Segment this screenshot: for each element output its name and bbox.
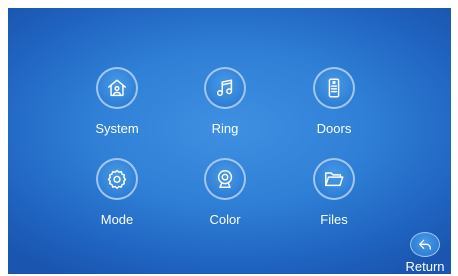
webcam-icon — [204, 158, 246, 200]
home-icon — [96, 67, 138, 109]
color-button[interactable]: Color — [175, 158, 275, 238]
ring-label: Ring — [211, 121, 239, 136]
files-label: Files — [320, 212, 348, 227]
color-label: Color — [209, 212, 241, 227]
main-menu-screen: System Ring Doors Mode Color Files Retur… — [8, 8, 451, 274]
doors-button[interactable]: Doors — [284, 67, 384, 147]
system-button[interactable]: System — [67, 67, 167, 147]
gear-icon — [96, 158, 138, 200]
folder-icon — [313, 158, 355, 200]
system-label: System — [95, 121, 139, 136]
music-note-icon — [204, 67, 246, 109]
ring-button[interactable]: Ring — [175, 67, 275, 147]
files-button[interactable]: Files — [284, 158, 384, 238]
doors-label: Doors — [316, 121, 352, 136]
return-label: Return — [405, 259, 445, 274]
door-intercom-icon — [313, 67, 355, 109]
mode-button[interactable]: Mode — [67, 158, 167, 238]
mode-label: Mode — [100, 212, 134, 227]
back-arrow-icon — [410, 232, 440, 257]
return-button[interactable]: Return — [402, 232, 448, 274]
